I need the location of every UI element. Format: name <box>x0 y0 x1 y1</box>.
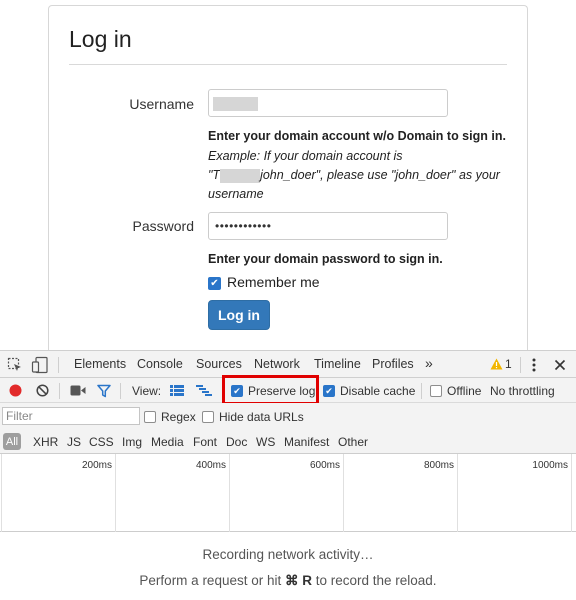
empty-state-title: Recording network activity… <box>202 547 374 562</box>
tabbar-separator-2 <box>520 357 521 373</box>
filter-bar: Regex Hide data URLs <box>0 403 576 429</box>
remember-me-checkbox[interactable]: ✔ <box>208 277 221 290</box>
login-card: Log in Username Enter your domain accoun… <box>48 5 528 357</box>
warning-icon[interactable] <box>490 358 503 370</box>
type-filter-doc[interactable]: Doc <box>226 435 247 449</box>
throttling-select[interactable]: No throttling <box>490 384 555 398</box>
clear-icon[interactable] <box>36 384 49 397</box>
offline-label: Offline <box>447 384 482 398</box>
type-filter-xhr[interactable]: XHR <box>33 435 58 449</box>
type-filter-manifest[interactable]: Manifest <box>284 435 329 449</box>
password-help: Enter your domain password to sign in. <box>208 252 443 266</box>
login-button[interactable]: Log in <box>208 300 270 330</box>
record-icon[interactable] <box>9 384 22 397</box>
tab-sources[interactable]: Sources <box>196 357 242 371</box>
resource-type-bar: All XHR JS CSS Img Media Font Doc WS Man… <box>0 429 576 454</box>
screenshot-camera-icon[interactable] <box>70 385 86 396</box>
devtools-panel: Elements Console Sources Network Timelin… <box>0 350 576 600</box>
timeline-tick-label: 1000ms <box>532 460 568 471</box>
regex-checkbox[interactable] <box>144 411 156 423</box>
type-filter-other[interactable]: Other <box>338 435 368 449</box>
preserve-log-highlight <box>222 375 319 405</box>
timeline-gridline <box>571 454 572 532</box>
tab-elements[interactable]: Elements <box>74 357 126 371</box>
timeline-tick-label: 800ms <box>423 460 454 471</box>
close-icon[interactable] <box>554 359 566 371</box>
timeline-gridline <box>115 454 116 532</box>
view-label: View: <box>132 384 162 398</box>
timeline-tick-label: 600ms <box>309 460 340 471</box>
type-filter-font[interactable]: Font <box>193 435 217 449</box>
timeline-gridline <box>457 454 458 532</box>
device-mode-icon[interactable] <box>31 356 49 374</box>
username-help-example-prefix: "T <box>208 168 221 182</box>
toolbar-separator-2 <box>120 383 121 399</box>
type-filter-js[interactable]: JS <box>67 435 81 449</box>
username-help-strong: Enter your domain account w/o Domain to … <box>208 129 506 143</box>
tab-profiles[interactable]: Profiles <box>372 357 414 371</box>
hide-data-urls-label: Hide data URLs <box>219 410 304 424</box>
username-help-example: Example: If your domain account is "T joh… <box>208 147 513 204</box>
timeline-tick-label: 400ms <box>195 460 226 471</box>
type-filter-ws[interactable]: WS <box>256 435 275 449</box>
filter-funnel-icon[interactable] <box>97 384 111 398</box>
checkmark-icon: ✔ <box>325 385 333 396</box>
timeline-gridline <box>343 454 344 532</box>
network-toolbar: View: ✔ Preserve log ✔ Disable cache Off… <box>0 375 576 405</box>
timeline-overview[interactable]: 200ms 400ms 600ms 800ms 1000ms <box>0 454 576 532</box>
empty-state-hint-suffix: to record the reload. <box>311 573 437 588</box>
type-filter-img[interactable]: Img <box>122 435 142 449</box>
username-redaction <box>213 97 258 111</box>
tab-console[interactable]: Console <box>137 357 183 371</box>
offline-checkbox[interactable] <box>430 385 442 397</box>
example-redaction <box>220 168 261 183</box>
toolbar-separator-1 <box>59 383 60 399</box>
checkmark-icon: ✔ <box>210 277 219 289</box>
timeline-tick-label: 200ms <box>81 460 112 471</box>
password-label: Password <box>132 218 194 234</box>
disable-cache-label: Disable cache <box>340 384 416 398</box>
waterfall-overview-icon[interactable] <box>196 385 212 396</box>
warning-count: 1 <box>505 357 512 371</box>
more-tabs-button[interactable]: » <box>425 355 433 371</box>
inspect-element-icon[interactable] <box>7 357 23 373</box>
type-filter-all[interactable]: All <box>3 433 21 450</box>
tabbar-separator <box>58 357 59 373</box>
hide-data-urls-checkbox[interactable] <box>202 411 214 423</box>
tab-network[interactable]: Network <box>254 357 300 371</box>
empty-state-hint: Perform a request or hit ⌘ R to record t… <box>0 573 576 589</box>
kebab-menu-icon[interactable] <box>530 357 538 373</box>
filter-input[interactable] <box>2 407 140 425</box>
large-rows-icon[interactable] <box>170 385 184 396</box>
remember-me-label: Remember me <box>227 274 320 290</box>
page-title: Log in <box>69 26 132 52</box>
type-filter-media[interactable]: Media <box>151 435 184 449</box>
title-divider <box>69 64 507 65</box>
regex-label: Regex <box>161 410 196 424</box>
username-label: Username <box>129 96 194 112</box>
timeline-gridline <box>229 454 230 532</box>
disable-cache-checkbox[interactable]: ✔ <box>323 385 335 397</box>
username-help-example-line1: Example: If your domain account is <box>208 149 403 163</box>
devtools-tabbar: Elements Console Sources Network Timelin… <box>0 351 576 378</box>
tab-timeline[interactable]: Timeline <box>314 357 361 371</box>
password-field[interactable]: •••••••••••• <box>208 212 448 240</box>
toolbar-separator-4 <box>421 383 422 399</box>
empty-state-hint-prefix: Perform a request or hit <box>139 573 285 588</box>
type-filter-css[interactable]: CSS <box>89 435 114 449</box>
reload-shortcut: ⌘ R <box>284 573 312 588</box>
timeline-gridline <box>1 454 2 532</box>
